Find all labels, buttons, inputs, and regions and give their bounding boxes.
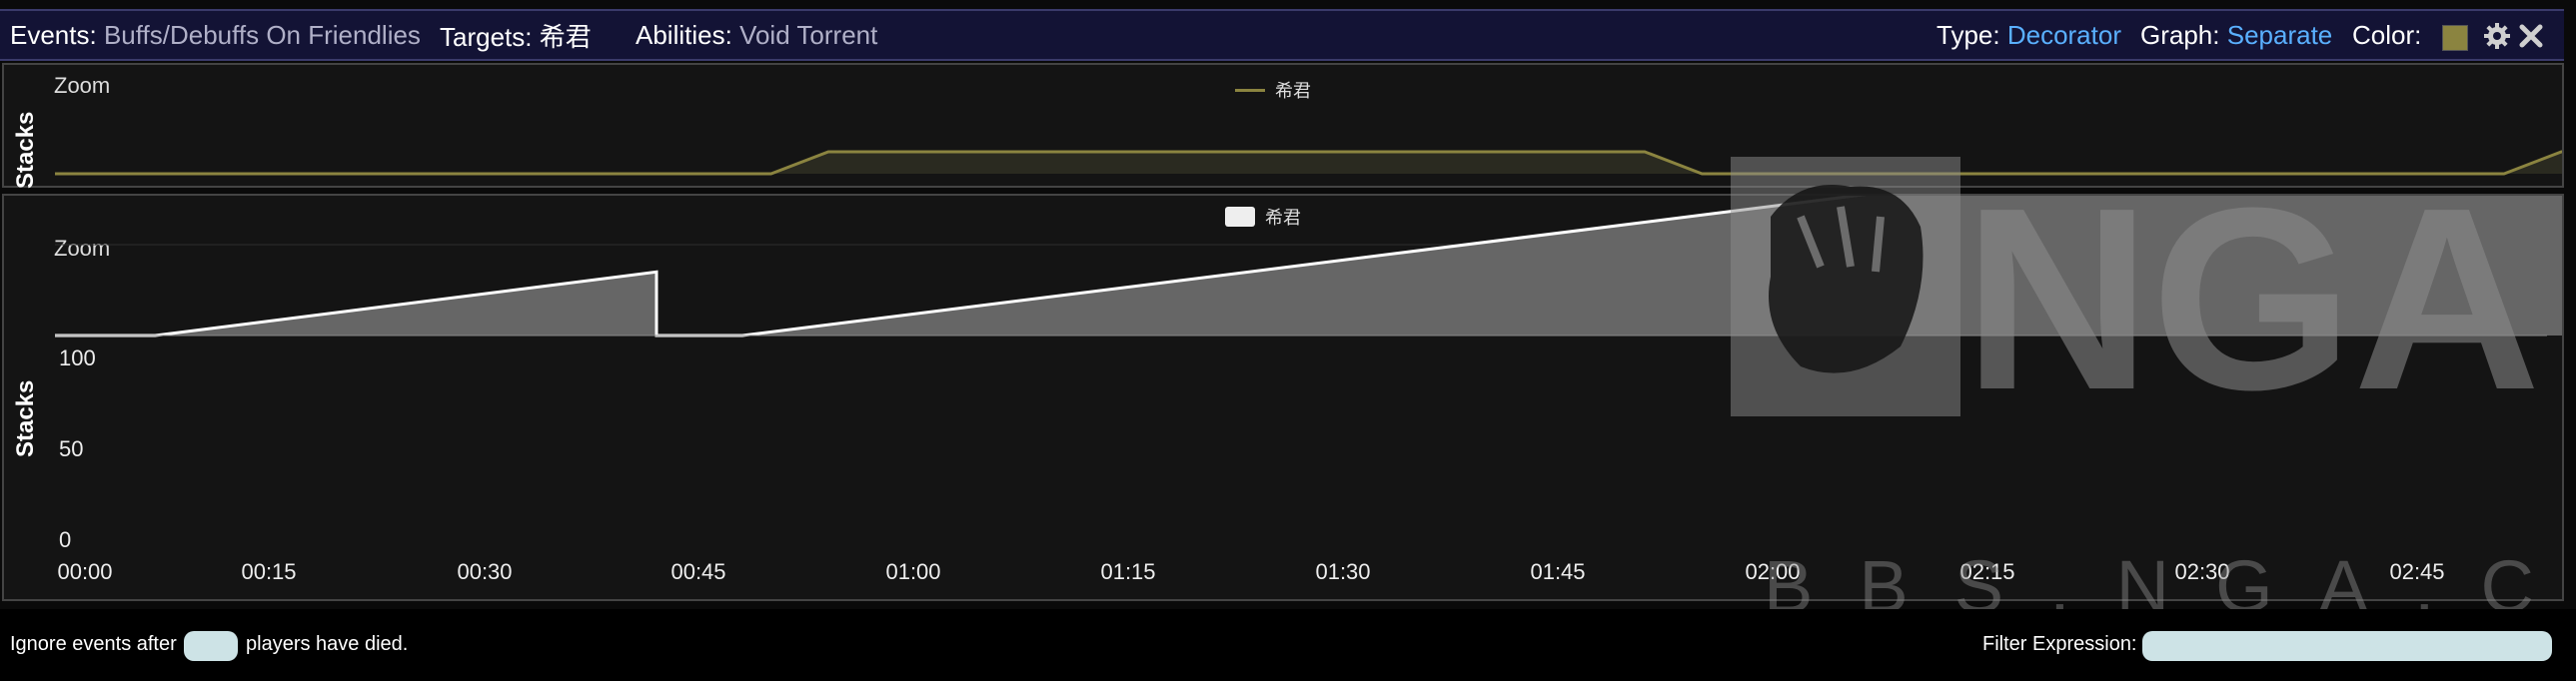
x-tick-label: 00:30 (457, 559, 513, 584)
color-label: Color: (2352, 19, 2422, 50)
ignore-suffix-label: players have died. (246, 633, 409, 655)
type-control[interactable]: Type: Decorator (1936, 20, 2121, 51)
x-tick-label: 01:15 (1100, 559, 1156, 584)
type-label: Type: (1936, 19, 2000, 50)
events-filter[interactable]: Events: Buffs/Debuffs On Friendlies (10, 20, 421, 51)
abilities-filter[interactable]: Abilities: Void Torrent (636, 20, 877, 51)
close-icon[interactable] (2518, 23, 2544, 49)
gear-icon[interactable] (2482, 21, 2512, 51)
targets-value[interactable]: 希君 (540, 22, 592, 52)
death-count-input[interactable] (184, 631, 238, 661)
abilities-value[interactable]: Void Torrent (739, 20, 877, 50)
x-tick-label: 00:15 (241, 559, 297, 584)
y-tick-label: 50 (59, 436, 84, 461)
nga-fist-logo (1731, 157, 1960, 416)
ignore-prefix-label: Ignore events after (10, 633, 177, 655)
events-label: Events: (10, 19, 97, 50)
graph-control[interactable]: Graph: Separate (2140, 20, 2332, 51)
filter-expression-input[interactable] (2142, 631, 2552, 661)
events-value[interactable]: Buffs/Debuffs On Friendlies (104, 20, 421, 50)
targets-filter[interactable]: Targets: 希君 (440, 17, 592, 54)
type-value[interactable]: Decorator (2007, 20, 2121, 50)
x-tick-label: 01:30 (1315, 559, 1371, 584)
color-control[interactable]: Color: (2352, 20, 2421, 51)
watermark-logo-text: NGA (1963, 155, 2541, 444)
x-tick-label: 00:00 (57, 559, 113, 584)
y-tick-label: 100 (59, 345, 96, 370)
y-tick-label: 0 (59, 527, 72, 552)
graph-label: Graph: (2140, 19, 2220, 50)
targets-label: Targets: (440, 21, 533, 52)
filter-expression-label: Filter Expression: (1982, 633, 2137, 655)
x-tick-label: 01:00 (885, 559, 941, 584)
x-tick-label: 00:45 (670, 559, 726, 584)
footer-bar: Ignore events after players have died. F… (0, 609, 2576, 681)
x-tick-label: 01:45 (1530, 559, 1586, 584)
graph-value[interactable]: Separate (2227, 20, 2333, 50)
color-swatch[interactable] (2442, 25, 2468, 51)
query-header-bar: Events: Buffs/Debuffs On Friendlies Targ… (0, 9, 2564, 61)
abilities-label: Abilities: (636, 19, 732, 50)
